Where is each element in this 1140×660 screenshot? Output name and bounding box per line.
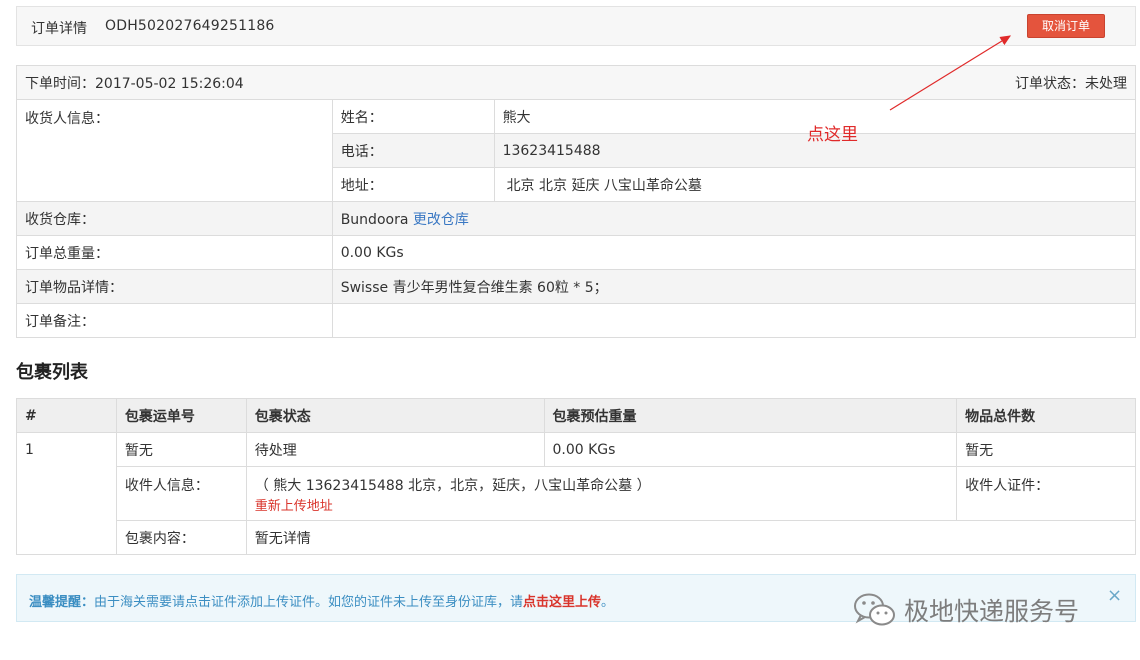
- weight-row: 订单总重量： 0.00 KGs: [16, 235, 1137, 270]
- order-number: ODH502027649251186: [105, 18, 275, 34]
- package-list-title: 包裹列表: [16, 362, 88, 383]
- package-recipient-row: 收件人信息： （ 熊大 13623415488 北京，北京，延庆，八宝山革命公墓…: [17, 466, 1136, 521]
- page-title: 订单详情: [31, 21, 87, 37]
- content-value: 暂无详情: [245, 520, 1137, 555]
- cancel-order-button[interactable]: 取消订单: [1027, 14, 1105, 38]
- items-label: 订单物品详情：: [16, 269, 333, 304]
- note-label: 订单备注：: [16, 303, 333, 338]
- items-value: Swisse 青少年男性复合维生素 60粒 * 5；: [331, 269, 1137, 304]
- package-weight: 0.00 KGs: [543, 432, 958, 467]
- recipient-id-label: 收件人证件：: [956, 466, 1136, 521]
- col-weight: 包裹预估重量: [543, 398, 958, 433]
- tip-body: 由于海关需要请点击证件添加上传证件。如您的证件未上传至身份证库，请: [94, 595, 524, 610]
- content-label: 包裹内容：: [115, 520, 247, 555]
- warehouse-row: 收货仓库： Bundoora 更改仓库: [16, 201, 1137, 236]
- package-content-row: 包裹内容： 暂无详情: [17, 520, 1137, 555]
- package-header-row: # 包裹运单号 包裹状态 包裹预估重量 物品总件数: [16, 398, 1136, 433]
- tip-suffix: 。: [601, 595, 615, 610]
- col-tracking: 包裹运单号: [115, 398, 247, 433]
- receiver-name-row: 收货人信息： 姓名： 熊大: [16, 99, 1137, 202]
- col-count: 物品总件数: [956, 398, 1136, 433]
- receiver-info-label: 收货人信息：: [16, 99, 333, 202]
- items-row: 订单物品详情： Swisse 青少年男性复合维生素 60粒 * 5；: [16, 269, 1137, 304]
- order-detail-table: 下单时间：2017-05-02 15:26:04 订单状态：未处理 收货人信息：…: [16, 65, 1137, 338]
- recipient-label: 收件人信息：: [115, 466, 247, 521]
- name-label: 姓名：: [331, 99, 495, 134]
- package-count: 暂无: [956, 432, 1136, 467]
- tip-prefix: 温馨提醒：: [29, 595, 95, 610]
- watermark: 极地快递服务号: [852, 590, 1079, 630]
- package-tracking: 暂无: [115, 432, 247, 467]
- order-time-row: 下单时间：2017-05-02 15:26:04 订单状态：未处理: [16, 65, 1136, 100]
- package-index: 1: [16, 432, 117, 555]
- col-status: 包裹状态: [245, 398, 545, 433]
- order-header-bar: 订单详情 ODH502027649251186 取消订单: [16, 6, 1136, 46]
- note-value: [331, 303, 1137, 338]
- recipient-value: （ 熊大 13623415488 北京，北京，延庆，八宝山革命公墓 ）: [254, 478, 651, 494]
- col-index: #: [16, 398, 117, 433]
- phone-label: 电话：: [331, 133, 495, 168]
- upload-here-link[interactable]: 点击这里上传: [523, 595, 601, 610]
- wechat-icon: [854, 593, 895, 626]
- note-row: 订单备注：: [16, 303, 1137, 338]
- warehouse-value: Bundoora: [340, 211, 409, 228]
- warehouse-label: 收货仓库：: [16, 201, 333, 236]
- annotation-text: 点这里: [807, 125, 858, 145]
- address-value: 北京 北京 延庆 八宝山革命公墓: [493, 167, 1137, 202]
- watermark-text: 极地快递服务号: [904, 597, 1080, 626]
- tip-text: 温馨提醒：由于海关需要请点击证件添加上传证件。如您的证件未上传至身份证库，请点击…: [29, 591, 614, 610]
- reupload-address-link[interactable]: 重新上传地址: [255, 495, 948, 514]
- order-time: 下单时间：2017-05-02 15:26:04: [25, 75, 244, 92]
- weight-value: 0.00 KGs: [331, 235, 1137, 270]
- package-table: # 包裹运单号 包裹状态 包裹预估重量 物品总件数 1 暂无 待处理 0.00 …: [16, 398, 1137, 555]
- close-icon[interactable]: ×: [1107, 585, 1122, 606]
- change-warehouse-link[interactable]: 更改仓库: [413, 212, 469, 228]
- weight-label: 订单总重量：: [16, 235, 333, 270]
- package-status: 待处理: [245, 432, 545, 467]
- order-status: 订单状态：未处理: [1015, 75, 1127, 92]
- address-label: 地址：: [331, 167, 495, 202]
- package-row: 1 暂无 待处理 0.00 KGs 暂无: [16, 432, 1136, 555]
